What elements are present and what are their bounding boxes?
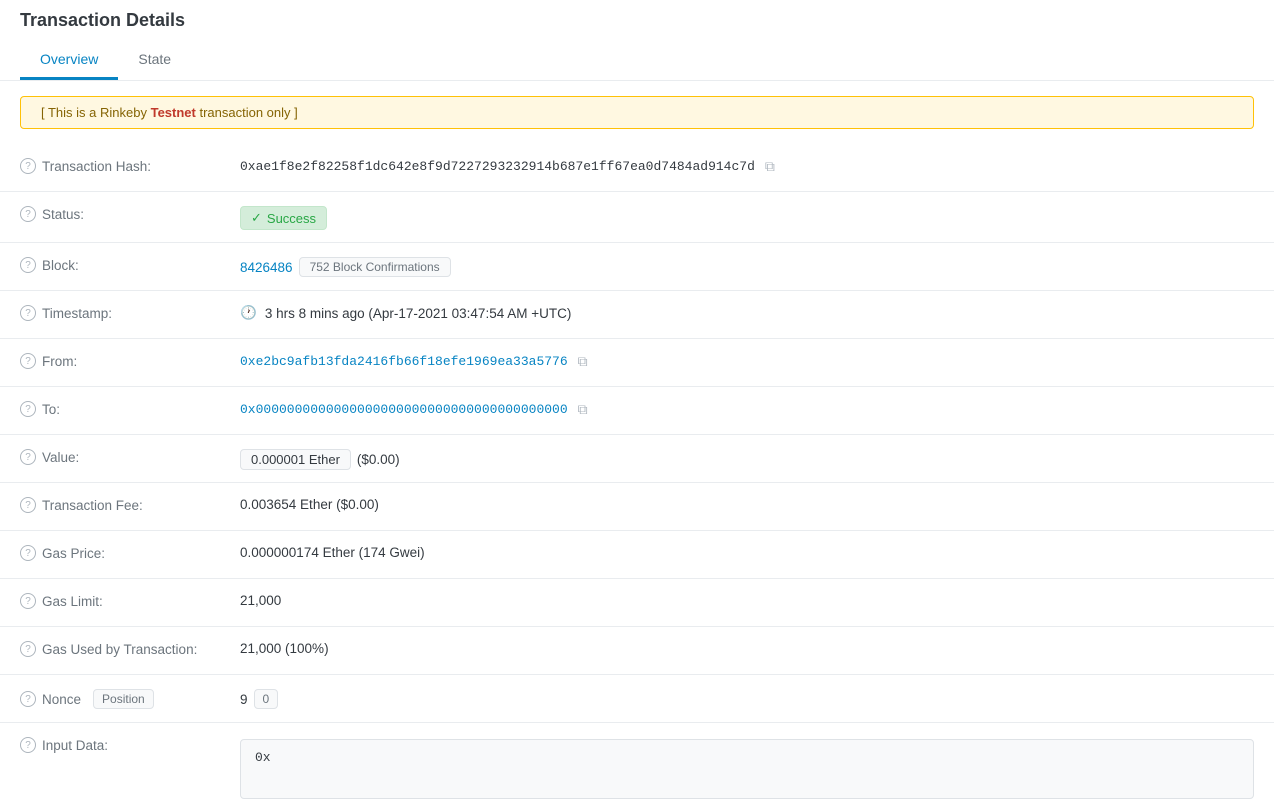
- status-text: Success: [267, 211, 316, 226]
- nonce-position-label: Position: [93, 689, 154, 709]
- row-block: ? Block: 8426486 752 Block Confirmations: [0, 243, 1274, 291]
- label-gas-used: ? Gas Used by Transaction:: [20, 639, 240, 657]
- value-value: 0.000001 Ether ($0.00): [240, 447, 1254, 470]
- help-icon-from[interactable]: ?: [20, 353, 36, 369]
- row-transaction-fee: ? Transaction Fee: 0.003654 Ether ($0.00…: [0, 483, 1274, 531]
- clock-icon: 🕐: [240, 305, 257, 321]
- nonce-position-value: 0: [254, 689, 279, 709]
- help-icon-timestamp[interactable]: ?: [20, 305, 36, 321]
- label-transaction-fee: ? Transaction Fee:: [20, 495, 240, 513]
- from-address-link[interactable]: 0xe2bc9afb13fda2416fb66f18efe1969ea33a57…: [240, 354, 568, 369]
- help-icon-gas-limit[interactable]: ?: [20, 593, 36, 609]
- status-check-icon: ✓: [251, 210, 262, 226]
- transaction-hash-text: 0xae1f8e2f82258f1dc642e8f9d7227293232914…: [240, 159, 755, 174]
- row-from: ? From: 0xe2bc9afb13fda2416fb66f18efe196…: [0, 339, 1274, 387]
- page-title: Transaction Details: [20, 10, 1254, 41]
- row-to: ? To: 0x00000000000000000000000000000000…: [0, 387, 1274, 435]
- tab-bar: Overview State: [20, 41, 1254, 80]
- copy-icon-from[interactable]: ⧉: [578, 353, 588, 370]
- value-input-data: 0x: [240, 735, 1254, 799]
- nonce-value: 9: [240, 692, 248, 707]
- value-nonce: 9 0: [240, 687, 1254, 709]
- help-icon-value[interactable]: ?: [20, 449, 36, 465]
- copy-icon-transaction-hash[interactable]: ⧉: [765, 158, 775, 175]
- value-ether-badge: 0.000001 Ether: [240, 449, 351, 470]
- row-gas-limit: ? Gas Limit: 21,000: [0, 579, 1274, 627]
- help-icon-block[interactable]: ?: [20, 257, 36, 273]
- row-status: ? Status: ✓ Success: [0, 192, 1274, 243]
- transaction-fee-text: 0.003654 Ether ($0.00): [240, 497, 379, 512]
- to-address-link[interactable]: 0x00000000000000000000000000000000000000…: [240, 402, 568, 417]
- value-timestamp: 🕐 3 hrs 8 mins ago (Apr-17-2021 03:47:54…: [240, 303, 1254, 321]
- input-data-box: 0x: [240, 739, 1254, 799]
- value-gas-limit: 21,000: [240, 591, 1254, 608]
- value-to: 0x00000000000000000000000000000000000000…: [240, 399, 1254, 418]
- row-input-data: ? Input Data: 0x: [0, 723, 1274, 811]
- value-from: 0xe2bc9afb13fda2416fb66f18efe1969ea33a57…: [240, 351, 1254, 370]
- timestamp-text: 3 hrs 8 mins ago (Apr-17-2021 03:47:54 A…: [265, 306, 572, 321]
- label-to: ? To:: [20, 399, 240, 417]
- status-badge: ✓ Success: [240, 206, 327, 230]
- label-nonce: ? Nonce Position: [20, 687, 240, 709]
- label-from: ? From:: [20, 351, 240, 369]
- block-number-link[interactable]: 8426486: [240, 260, 293, 275]
- help-icon-transaction-fee[interactable]: ?: [20, 497, 36, 513]
- tab-state[interactable]: State: [118, 41, 191, 80]
- testnet-banner: [ This is a Rinkeby Testnet transaction …: [20, 96, 1254, 129]
- row-transaction-hash: ? Transaction Hash: 0xae1f8e2f82258f1dc6…: [0, 144, 1274, 192]
- value-gas-used: 21,000 (100%): [240, 639, 1254, 656]
- row-timestamp: ? Timestamp: 🕐 3 hrs 8 mins ago (Apr-17-…: [0, 291, 1274, 339]
- banner-prefix: [ This is a Rinkeby: [41, 105, 151, 120]
- help-icon-status[interactable]: ?: [20, 206, 36, 222]
- label-transaction-hash: ? Transaction Hash:: [20, 156, 240, 174]
- value-transaction-fee: 0.003654 Ether ($0.00): [240, 495, 1254, 512]
- copy-icon-to[interactable]: ⧉: [578, 401, 588, 418]
- help-icon-gas-used[interactable]: ?: [20, 641, 36, 657]
- label-block: ? Block:: [20, 255, 240, 273]
- label-gas-limit: ? Gas Limit:: [20, 591, 240, 609]
- banner-suffix: transaction only ]: [196, 105, 298, 120]
- label-value: ? Value:: [20, 447, 240, 465]
- value-gas-price: 0.000000174 Ether (174 Gwei): [240, 543, 1254, 560]
- value-usd: ($0.00): [357, 452, 400, 467]
- content-area: [ This is a Rinkeby Testnet transaction …: [0, 96, 1274, 811]
- value-transaction-hash: 0xae1f8e2f82258f1dc642e8f9d7227293232914…: [240, 156, 1254, 175]
- page-header: Transaction Details Overview State: [0, 0, 1274, 81]
- label-input-data: ? Input Data:: [20, 735, 240, 753]
- label-gas-price: ? Gas Price:: [20, 543, 240, 561]
- help-icon-input-data[interactable]: ?: [20, 737, 36, 753]
- block-confirmations: 752 Block Confirmations: [299, 257, 451, 277]
- gas-limit-text: 21,000: [240, 593, 281, 608]
- label-status: ? Status:: [20, 204, 240, 222]
- label-timestamp: ? Timestamp:: [20, 303, 240, 321]
- help-icon-transaction-hash[interactable]: ?: [20, 158, 36, 174]
- gas-used-text: 21,000 (100%): [240, 641, 329, 656]
- value-status: ✓ Success: [240, 204, 1254, 230]
- tab-overview[interactable]: Overview: [20, 41, 118, 80]
- row-gas-price: ? Gas Price: 0.000000174 Ether (174 Gwei…: [0, 531, 1274, 579]
- row-gas-used: ? Gas Used by Transaction: 21,000 (100%): [0, 627, 1274, 675]
- row-value: ? Value: 0.000001 Ether ($0.00): [0, 435, 1274, 483]
- value-block: 8426486 752 Block Confirmations: [240, 255, 1254, 277]
- help-icon-gas-price[interactable]: ?: [20, 545, 36, 561]
- banner-bold: Testnet: [151, 105, 196, 120]
- help-icon-nonce[interactable]: ?: [20, 691, 36, 707]
- help-icon-to[interactable]: ?: [20, 401, 36, 417]
- gas-price-text: 0.000000174 Ether (174 Gwei): [240, 545, 425, 560]
- row-nonce: ? Nonce Position 9 0: [0, 675, 1274, 723]
